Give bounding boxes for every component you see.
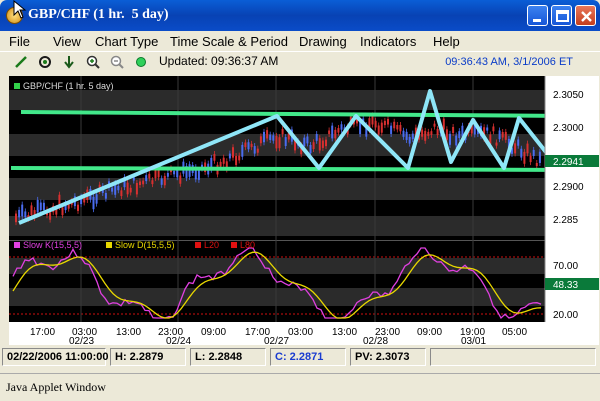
osc-legend-swatch [14, 242, 20, 248]
time-label: 03:00 [288, 327, 313, 338]
maximize-icon [556, 10, 569, 22]
download-arrow-icon[interactable] [61, 54, 77, 70]
toolbar: Updated: 09:36:37 AM 09:36:43 AM, 3/1/20… [0, 51, 600, 71]
market-clock: 09:36:43 AM, 3/1/2006 ET [445, 56, 573, 68]
status-pv: PV: 2.3073 [350, 348, 426, 366]
menu-view[interactable]: View [53, 34, 81, 49]
price-band [9, 216, 545, 236]
osc-legend-swatch [195, 242, 201, 248]
osc-legend-label: L80 [240, 240, 255, 250]
osc-legend-swatch [231, 242, 237, 248]
status-date: 02/22/2006 11:00:00 [2, 348, 109, 366]
date-label: 02/28 [363, 336, 388, 345]
status-led-icon [136, 57, 146, 67]
osc-label: 20.00 [553, 310, 578, 321]
osc-legend-label: Slow K(15,5,5) [23, 240, 82, 250]
price-label: 2.2900 [553, 182, 584, 193]
menu-bar: File View Chart Type Time Scale & Period… [0, 31, 600, 51]
chart-window: GBP/CHF (1 hr. 5 day) File View Chart Ty… [0, 0, 600, 401]
status-low: L: 2.2848 [190, 348, 266, 366]
osc-legend-label: Slow D(15,5,5) [115, 240, 175, 250]
time-label: 05:00 [502, 327, 527, 338]
status-high: H: 2.2879 [110, 348, 186, 366]
close-button[interactable] [575, 5, 596, 26]
minimize-button[interactable] [527, 5, 548, 26]
price-band [9, 90, 545, 110]
window-title: GBP/CHF (1 hr. 5 day) [28, 7, 169, 22]
oscillator-panel [9, 240, 545, 322]
menu-indicators[interactable]: Indicators [360, 34, 416, 49]
menu-time-scale[interactable]: Time Scale & Period [170, 34, 288, 49]
close-icon [581, 11, 592, 22]
status-close: C: 2.2871 [270, 348, 346, 366]
time-label: 17:00 [30, 327, 55, 338]
applet-bar: Java Applet Window [0, 373, 600, 401]
osc-legend-label: L20 [204, 240, 219, 250]
price-chart[interactable]: 2.3050 2.3000 2.2900 2.285 2.2941 70.00 … [9, 76, 599, 345]
zoom-out-icon[interactable] [109, 54, 125, 70]
date-label: 02/23 [69, 336, 94, 345]
price-label: 2.3000 [553, 123, 584, 134]
date-label: 02/24 [166, 336, 191, 345]
osc-legend-swatch [106, 242, 112, 248]
updated-time: Updated: 09:36:37 AM [159, 54, 279, 68]
date-label: 02/27 [264, 336, 289, 345]
price-label: 2.285 [553, 215, 578, 226]
price-legend: GBP/CHF (1 hr. 5 day) [23, 81, 114, 91]
osc-label: 70.00 [553, 261, 578, 272]
osc-band [9, 288, 545, 306]
price-legend-swatch [14, 83, 20, 89]
trend-line-icon[interactable] [13, 54, 29, 70]
status-spare [430, 348, 596, 366]
menu-help[interactable]: Help [433, 34, 460, 49]
current-price: 2.2941 [553, 157, 584, 168]
mouse-cursor-icon [13, 0, 27, 19]
time-label: 09:00 [201, 327, 226, 338]
time-label: 09:00 [417, 327, 442, 338]
menu-file[interactable]: File [9, 34, 30, 49]
status-bar: 02/22/2006 11:00:00 H: 2.2879 L: 2.2848 … [0, 346, 600, 368]
time-label: 13:00 [332, 327, 357, 338]
osc-current: 48.33 [553, 280, 578, 291]
price-label: 2.3050 [553, 90, 584, 101]
menu-drawing[interactable]: Drawing [299, 34, 347, 49]
zoom-in-icon[interactable] [85, 54, 101, 70]
time-label: 13:00 [116, 327, 141, 338]
menu-chart-type[interactable]: Chart Type [95, 34, 158, 49]
applet-label: Java Applet Window [6, 380, 106, 394]
minimize-icon [533, 19, 541, 22]
maximize-button[interactable] [551, 5, 572, 26]
date-label: 03/01 [461, 336, 486, 345]
crosshair-icon[interactable] [37, 54, 53, 70]
title-bar[interactable]: GBP/CHF (1 hr. 5 day) [0, 0, 600, 31]
oscillator-legend: Slow K(15,5,5) Slow D(15,5,5) L20 L80 [14, 240, 255, 250]
